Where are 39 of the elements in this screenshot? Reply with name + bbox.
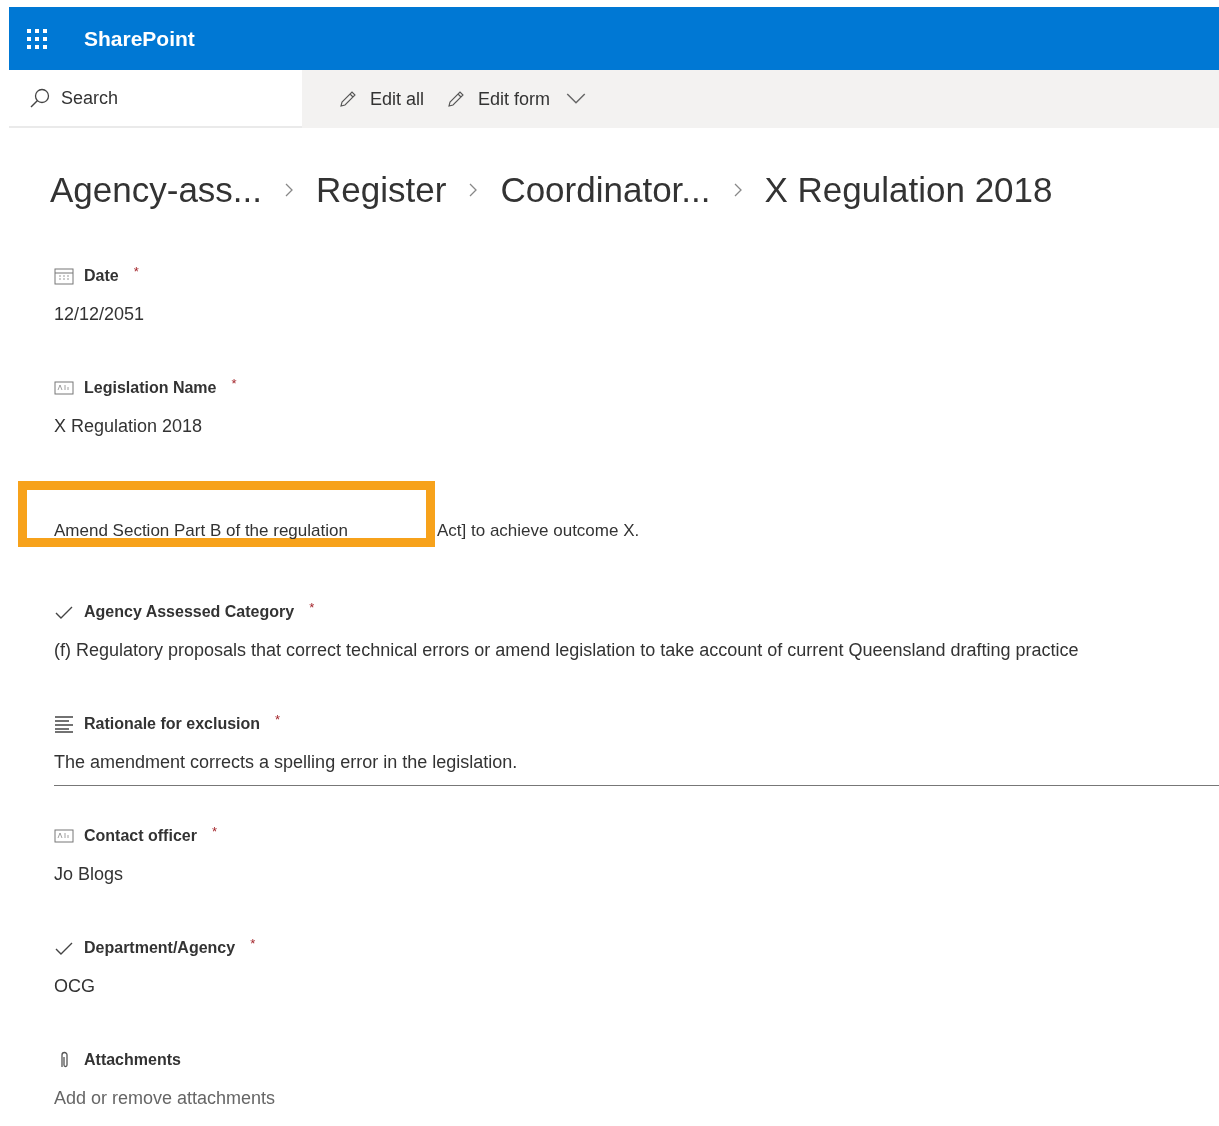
command-button[interactable]: Edit form — [446, 88, 587, 110]
required-asterisk: * — [250, 936, 256, 951]
text-field-icon — [54, 379, 74, 397]
text-field-icon — [54, 827, 74, 845]
field-value: 12/12/2051 — [54, 304, 146, 325]
field-value: Act] to achieve outcome X. — [437, 521, 640, 541]
attachments-link[interactable]: Add or remove attachments — [54, 1088, 1219, 1109]
field-label: Rationale for exclusion — [84, 715, 261, 733]
app-launcher-icon[interactable] — [26, 27, 48, 50]
required-asterisk: * — [133, 264, 139, 279]
breadcrumb-link[interactable]: Coordinator... — [500, 170, 711, 210]
field-label: Attachments — [84, 1051, 181, 1069]
field-value: Jo Blogs — [54, 864, 125, 885]
field-label: Department/Agency — [84, 939, 236, 957]
required-asterisk: * — [275, 712, 281, 727]
field-label: Contact officer — [84, 827, 197, 845]
field-value: OCG — [54, 976, 96, 997]
required-asterisk: * — [211, 824, 217, 839]
chevron-icon — [468, 182, 479, 198]
field-label: Legislation Name — [84, 379, 217, 397]
search-icon — [29, 87, 51, 109]
field-value: The amendment corrects a spelling error in the legislation. — [54, 752, 1219, 786]
chevron-icon — [732, 182, 743, 198]
field-value: X Regulation 2018 — [54, 416, 204, 437]
breadcrumb-link[interactable]: Agency-ass... — [50, 170, 263, 210]
breadcrumb-link[interactable]: Register — [316, 170, 447, 210]
field-value: Amend Section Part B of the regulation — [54, 521, 348, 541]
lines-icon — [54, 715, 74, 733]
required-asterisk: * — [309, 600, 315, 615]
field-value: (f) Regulatory proposals that correct technical errors or amend legislation to take account of current Queensland drafting practice — [54, 640, 1080, 661]
calendar-icon — [54, 267, 74, 285]
chevron-icon — [284, 182, 295, 198]
breadcrumb-link[interactable]: X Regulation 2018 — [764, 170, 1053, 210]
pencil-icon — [338, 89, 358, 109]
field-label: Agency Assessed Category — [84, 603, 295, 621]
required-asterisk: * — [231, 376, 237, 391]
command-button[interactable]: Edit all — [338, 88, 425, 110]
app-title[interactable]: SharePoint — [84, 26, 195, 51]
field-label: Date — [84, 267, 119, 285]
